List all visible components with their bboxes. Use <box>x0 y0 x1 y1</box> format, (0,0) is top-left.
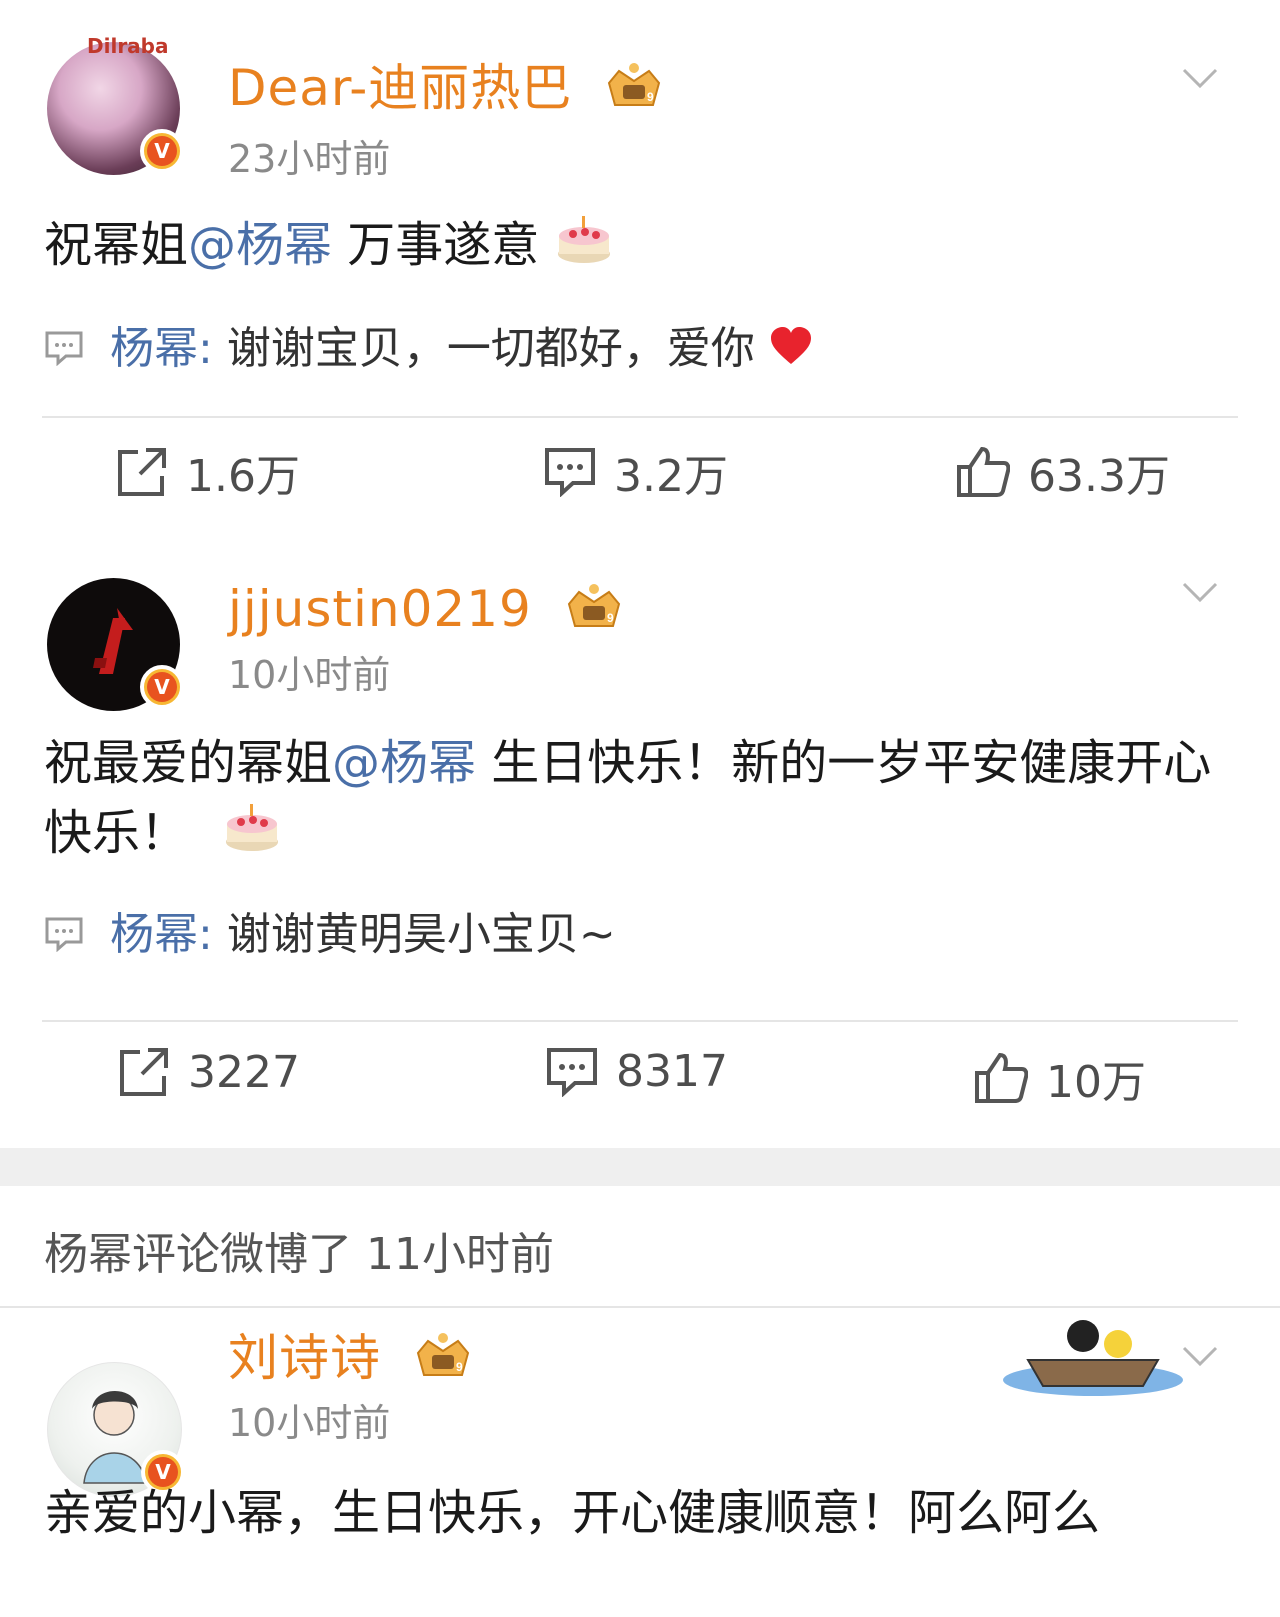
comment-button[interactable]: 8317 <box>546 1046 728 1097</box>
verified-v-icon: V <box>147 672 177 702</box>
comment-count: 8317 <box>616 1046 728 1097</box>
thumbs-up-icon <box>975 1052 1028 1103</box>
svg-text:9: 9 <box>607 611 615 625</box>
verified-v-icon: V <box>147 136 177 166</box>
username[interactable]: Dear-迪丽热巴 9 <box>228 48 665 123</box>
cake-emoji-icon <box>555 212 613 285</box>
section-separator <box>0 1148 1280 1186</box>
comment-icon <box>545 448 595 497</box>
reply-text: 谢谢黄明昊小宝贝~ <box>212 909 616 960</box>
comment-button[interactable]: 3.2万 <box>544 440 728 504</box>
avatar[interactable]: V <box>47 1362 185 1497</box>
chevron-down-icon[interactable] <box>1180 58 1220 98</box>
verified-badge: V <box>140 129 184 173</box>
mention-link[interactable]: @杨幂 <box>188 217 332 273</box>
verified-badge: V <box>140 665 184 709</box>
comment-icon <box>547 1047 597 1097</box>
avatar[interactable]: Dilraba V <box>47 34 184 175</box>
reply-text: 谢谢宝贝，一切都好，爱你 <box>212 323 755 374</box>
post-content: 祝幂姐@杨幂 万事遂意 <box>44 210 1240 285</box>
reply-row[interactable]: 杨幂: 谢谢黄明昊小宝贝~ <box>44 898 616 963</box>
post-time: 23小时前 <box>228 137 391 181</box>
divider <box>42 1020 1238 1022</box>
reply-row[interactable]: 杨幂: 谢谢宝贝，一切都好，爱你 <box>44 312 813 377</box>
chevron-down-icon[interactable] <box>1180 572 1220 612</box>
comment-icon <box>44 912 84 963</box>
mention-link[interactable]: @杨幂 <box>332 735 476 791</box>
boat-sticker-icon <box>1003 1320 1183 1396</box>
svg-text:9: 9 <box>647 90 655 104</box>
username-text[interactable]: jjjustin0219 <box>228 580 532 638</box>
username[interactable]: jjjustin0219 9 <box>228 580 625 644</box>
like-count: 63.3万 <box>1028 451 1170 502</box>
username[interactable]: 刘诗诗 9 <box>228 1318 474 1393</box>
post-dilireba: Dilraba V Dear-迪丽热巴 9 23小时前 祝幂姐@杨幂 万事遂意 <box>0 0 1280 540</box>
post-time: 10小时前 <box>228 1401 391 1445</box>
post-content: 亲爱的小幂，生日快乐，开心健康顺意！阿么阿么 <box>44 1485 1101 1541</box>
content-text: 祝最爱的幂姐 <box>44 735 333 791</box>
repost-icon <box>120 1048 168 1096</box>
post-content: 祝最爱的幂姐@杨幂 生日快乐！新的一岁平安健康开心快乐！ <box>44 728 1220 873</box>
cake-emoji-icon <box>223 800 281 873</box>
username-text[interactable]: 刘诗诗 <box>228 1329 381 1387</box>
post-liushishi: V 刘诗诗 9 10小时前 亲爱的小幂，生日快乐，开心健康顺意！阿么阿么 <box>0 1308 1280 1617</box>
chevron-down-icon[interactable] <box>1180 1336 1220 1376</box>
repost-button[interactable]: 3227 <box>118 1046 300 1098</box>
content-text: 万事遂意 <box>332 217 540 273</box>
svg-text:9: 9 <box>456 1360 464 1374</box>
reply-author[interactable]: 杨幂: <box>110 323 213 374</box>
reply-author[interactable]: 杨幂: <box>110 909 213 960</box>
divider <box>42 416 1238 418</box>
comment-icon <box>44 326 84 377</box>
repost-icon <box>118 448 166 496</box>
section-label: 杨幂评论微博了 11小时前 <box>44 1229 554 1280</box>
crown-badge-icon: 9 <box>412 1331 474 1393</box>
like-button[interactable]: 10万 <box>974 1046 1146 1110</box>
repost-count: 1.6万 <box>186 451 300 502</box>
post-jjjustin: V jjjustin0219 9 10小时前 祝最爱的幂姐@杨幂 生日快乐！新的… <box>0 540 1280 1148</box>
like-count: 10万 <box>1046 1057 1146 1108</box>
username-text[interactable]: Dear-迪丽热巴 <box>228 59 572 117</box>
repost-button[interactable]: 1.6万 <box>116 440 300 504</box>
thumbs-up-icon <box>957 446 1010 497</box>
post-time: 10小时前 <box>228 653 391 697</box>
crown-badge-icon: 9 <box>563 582 625 644</box>
content-text: 祝幂姐 <box>44 217 189 273</box>
crown-badge-icon: 9 <box>603 61 665 123</box>
avatar[interactable]: V <box>47 578 184 711</box>
avatar-logo-text: Dilraba <box>87 34 169 58</box>
heart-emoji-icon <box>769 326 813 377</box>
comment-count: 3.2万 <box>614 451 728 502</box>
repost-count: 3227 <box>188 1046 300 1098</box>
like-button[interactable]: 63.3万 <box>956 440 1170 504</box>
